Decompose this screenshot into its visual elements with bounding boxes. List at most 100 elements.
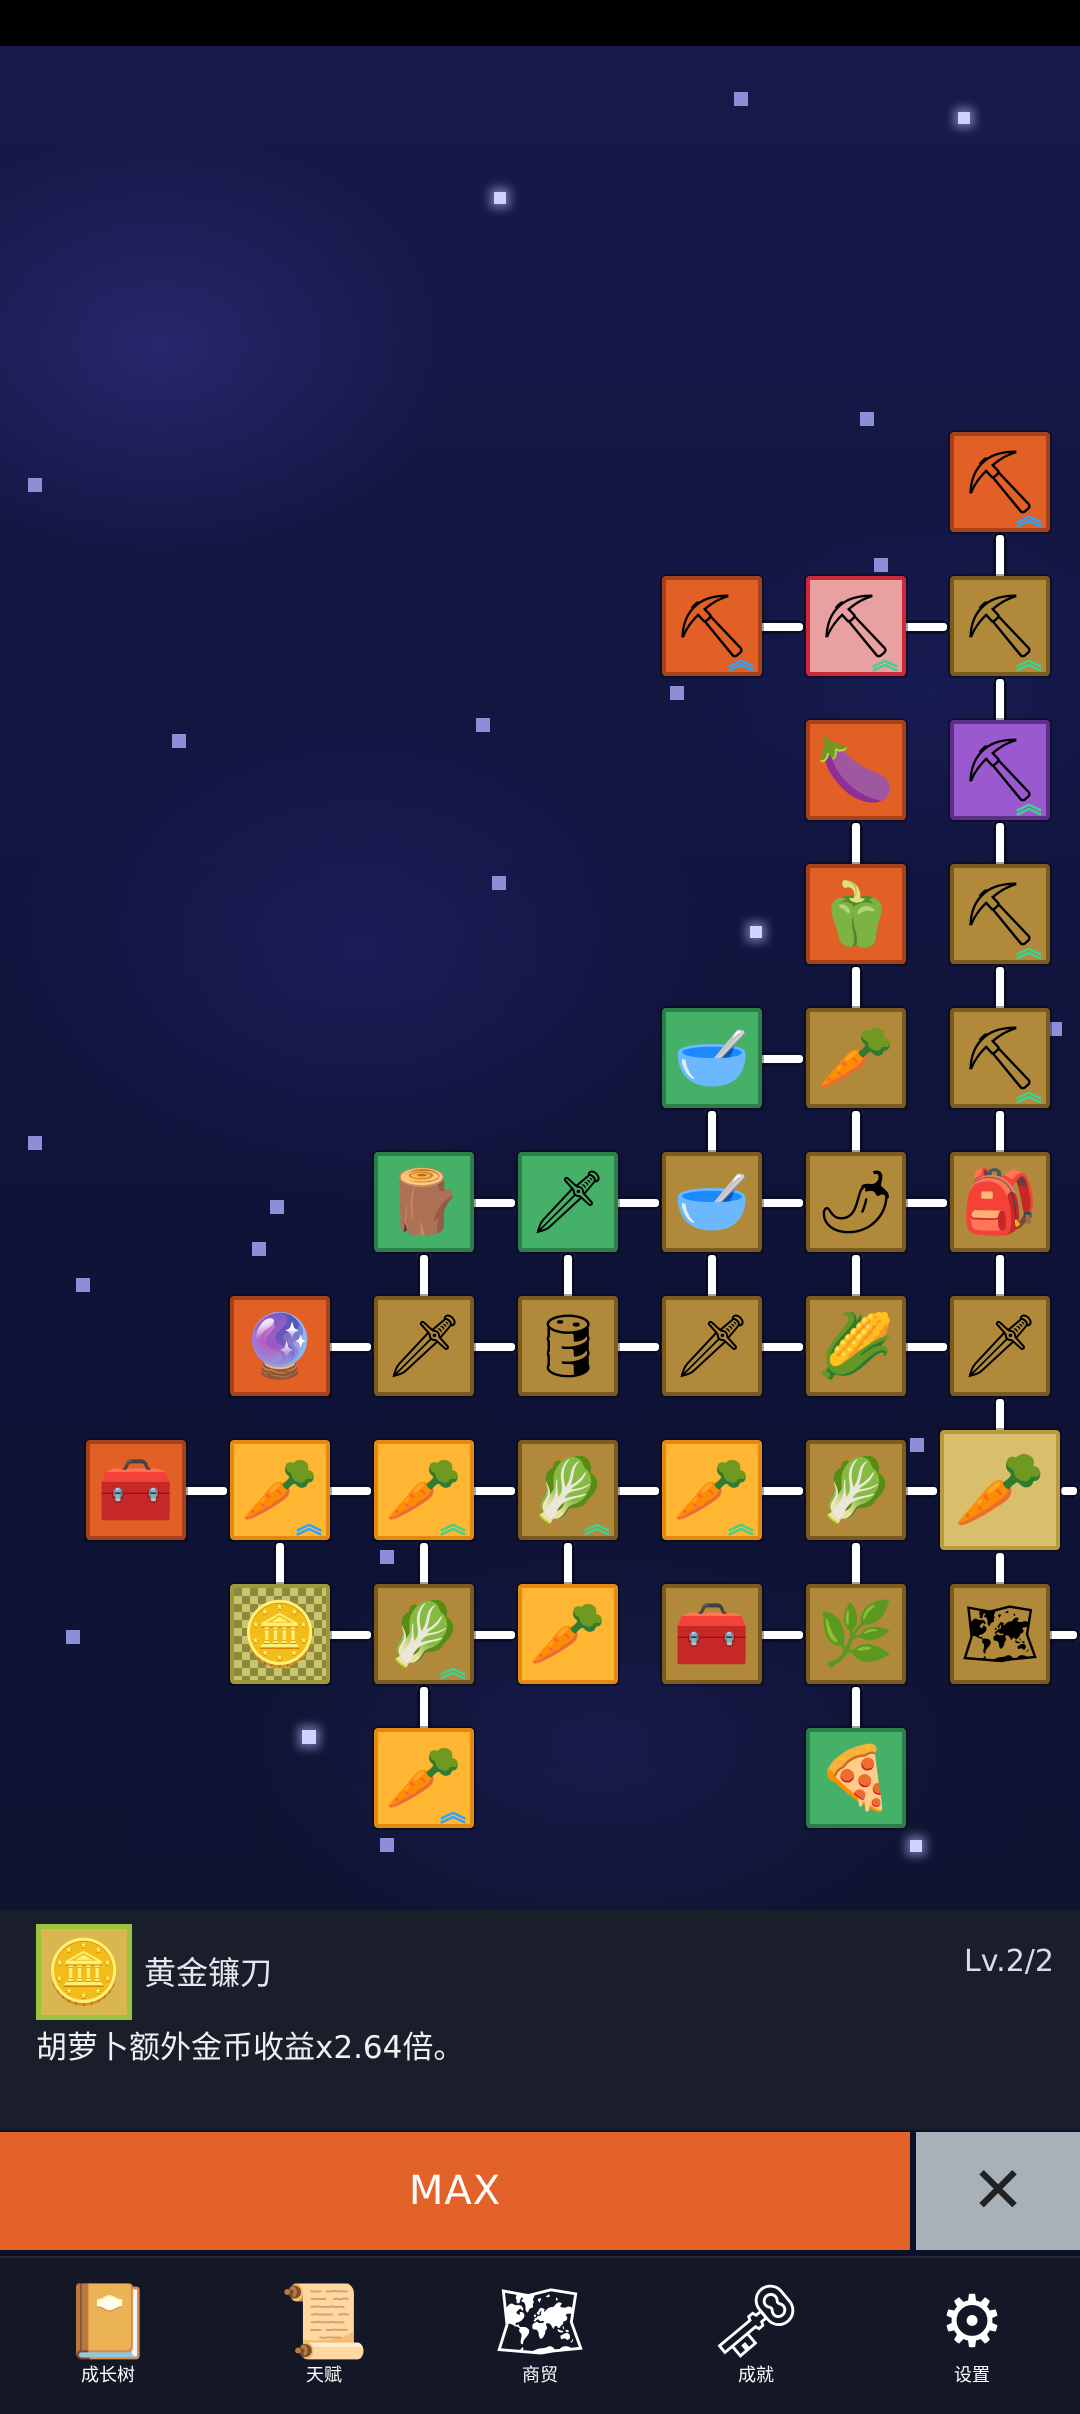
gold-coin-icon: 🪙 bbox=[36, 1924, 132, 2020]
skill-node-wood-planks[interactable]: 🪵 bbox=[374, 1152, 474, 1252]
skill-node-carrot[interactable]: 🥕 ︽ bbox=[230, 1440, 330, 1540]
tree-connector bbox=[705, 1252, 719, 1302]
skill-node-corn[interactable]: 🌽 bbox=[806, 1296, 906, 1396]
star-decoration bbox=[476, 718, 490, 732]
tree-connector bbox=[417, 1684, 431, 1734]
skill-node-carrot[interactable]: 🥕 bbox=[518, 1584, 618, 1684]
nav-settings[interactable]: ⚙ 设置 bbox=[864, 2258, 1080, 2414]
tree-connector bbox=[756, 1052, 806, 1066]
gold-coin-icon: 🪙 bbox=[241, 1597, 319, 1670]
tree-connector bbox=[849, 964, 863, 1014]
skill-node-barrel[interactable]: 🛢 bbox=[518, 1296, 618, 1396]
item-description: 胡萝卜额外金币收益x2.64倍。 bbox=[36, 2030, 465, 2066]
skill-node-map[interactable]: 🗺 bbox=[950, 1584, 1050, 1684]
upgrade-arrow-icon: ︽ bbox=[1015, 646, 1042, 676]
skill-node-shovel[interactable]: ⛏ ︽ bbox=[950, 720, 1050, 820]
skill-node-soup-bowl[interactable]: 🥣 bbox=[662, 1008, 762, 1108]
skill-tree-canvas[interactable]: ⛏ ︽ ⛏ ︽ ⛏ ︽ ⛏ ︽ 🍆 ⛏ ︽ 🫑 ⛏ ︽ 🥣 🥕 ⛏ ︽ 🪵 🗡 🥣 🌶 🎒 🔮… bbox=[0, 46, 1080, 1910]
skill-node-shovel[interactable]: ⛏ ︽ bbox=[950, 576, 1050, 676]
skill-node-leek[interactable]: 🌿 bbox=[806, 1584, 906, 1684]
nav-talent[interactable]: 📜 天赋 bbox=[216, 2258, 432, 2414]
skill-node-chest[interactable]: 🧰 bbox=[86, 1440, 186, 1540]
tree-connector bbox=[849, 1540, 863, 1590]
carrot-root-icon: 🥕 bbox=[953, 1447, 1047, 1533]
skill-node-carrot-root[interactable]: 🥕 bbox=[940, 1430, 1060, 1550]
skill-node-sword[interactable]: 🗡 bbox=[374, 1296, 474, 1396]
upgrade-arrow-icon: ︽ bbox=[727, 1510, 754, 1540]
star-decoration bbox=[958, 112, 970, 124]
sword-icon: 🗡 bbox=[672, 1309, 752, 1382]
skill-node-sword[interactable]: 🗡 bbox=[662, 1296, 762, 1396]
skill-node-spear[interactable]: 🗡 bbox=[950, 1296, 1050, 1396]
item-name: 黄金镰刀 bbox=[144, 1954, 273, 1992]
upgrade-arrow-icon: ︽ bbox=[1015, 502, 1042, 532]
close-button[interactable]: ✕ bbox=[916, 2132, 1080, 2250]
map-icon: 🗺 bbox=[494, 2279, 586, 2363]
item-level: Lv.2/2 bbox=[964, 1944, 1054, 1979]
skill-node-shovel[interactable]: ⛏ ︽ bbox=[950, 864, 1050, 964]
upgrade-arrow-icon: ︽ bbox=[1015, 934, 1042, 964]
tree-connector bbox=[417, 1252, 431, 1302]
chili-icon: 🌶 bbox=[816, 1165, 896, 1238]
star-decoration bbox=[492, 876, 506, 890]
daikon-icon: 🥕 bbox=[817, 1021, 895, 1094]
skill-node-pizza[interactable]: 🍕 bbox=[806, 1728, 906, 1828]
skill-node-shovel[interactable]: ⛏ ︽ bbox=[950, 432, 1050, 532]
tree-connector bbox=[993, 1252, 1007, 1302]
star-decoration bbox=[874, 558, 888, 572]
skill-node-cabbage[interactable]: 🥬 ︽ bbox=[374, 1584, 474, 1684]
upgrade-arrow-icon: ︽ bbox=[1015, 790, 1042, 820]
skill-node-chili[interactable]: 🌶 bbox=[806, 1152, 906, 1252]
bottom-nav: 📔 成长树 📜 天赋 🗺 商贸 🗝 成就 ⚙ 设置 bbox=[0, 2256, 1080, 2414]
star-decoration bbox=[28, 478, 42, 492]
cabbage-icon: 🥬 bbox=[817, 1453, 895, 1526]
tree-connector bbox=[705, 1108, 719, 1158]
item-info-panel: 🪙 黄金镰刀 Lv.2/2 胡萝卜额外金币收益x2.64倍。 bbox=[0, 1910, 1080, 2130]
sack-icon: 🎒 bbox=[961, 1165, 1039, 1238]
skill-node-shovel[interactable]: ⛏ ︽ bbox=[950, 1008, 1050, 1108]
tree-connector bbox=[849, 1252, 863, 1302]
upgrade-arrow-icon: ︽ bbox=[439, 1798, 466, 1828]
tree-connector bbox=[1058, 1484, 1080, 1498]
star-decoration bbox=[380, 1838, 394, 1852]
skill-node-carrot[interactable]: 🥕 ︽ bbox=[374, 1440, 474, 1540]
tree-connector bbox=[993, 964, 1007, 1014]
star-decoration bbox=[750, 926, 762, 938]
tree-connector bbox=[993, 820, 1007, 870]
carrot-icon: 🥕 bbox=[529, 1597, 607, 1670]
tree-connector bbox=[849, 1684, 863, 1734]
tree-connector bbox=[612, 1196, 662, 1210]
star-decoration bbox=[270, 1200, 284, 1214]
tree-connector bbox=[756, 1340, 806, 1354]
nav-trade[interactable]: 🗺 商贸 bbox=[432, 2258, 648, 2414]
nav-growth-tree[interactable]: 📔 成长树 bbox=[0, 2258, 216, 2414]
skill-node-shovel[interactable]: ⛏ ︽ bbox=[806, 576, 906, 676]
skill-node-gold-coin[interactable]: 🪙 bbox=[230, 1584, 330, 1684]
upgrade-arrow-icon: ︽ bbox=[727, 646, 754, 676]
upgrade-arrow-icon: ︽ bbox=[295, 1510, 322, 1540]
nav-label: 设置 bbox=[954, 2365, 990, 2386]
skill-node-daikon[interactable]: 🥕 bbox=[806, 1008, 906, 1108]
skill-node-sack[interactable]: 🎒 bbox=[950, 1152, 1050, 1252]
skill-node-carrot[interactable]: 🥕 ︽ bbox=[374, 1728, 474, 1828]
tree-connector bbox=[273, 1540, 287, 1590]
skill-node-scepter[interactable]: 🔮 bbox=[230, 1296, 330, 1396]
skill-node-cabbage[interactable]: 🥬 bbox=[806, 1440, 906, 1540]
skill-node-golden-sword[interactable]: 🗡 bbox=[518, 1152, 618, 1252]
skill-node-bowl[interactable]: 🥣 bbox=[662, 1152, 762, 1252]
max-button[interactable]: MAX bbox=[0, 2132, 910, 2250]
skill-node-cabbage[interactable]: 🥬 ︽ bbox=[518, 1440, 618, 1540]
nav-achievements[interactable]: 🗝 成就 bbox=[648, 2258, 864, 2414]
tree-connector bbox=[180, 1484, 230, 1498]
tree-connector bbox=[900, 1484, 940, 1498]
skill-node-carrot[interactable]: 🥕 ︽ bbox=[662, 1440, 762, 1540]
tree-connector bbox=[756, 620, 806, 634]
tree-connector bbox=[612, 1484, 662, 1498]
skill-node-shovel[interactable]: ⛏ ︽ bbox=[662, 576, 762, 676]
scepter-icon: 🔮 bbox=[241, 1309, 319, 1382]
skill-node-treasure-chest[interactable]: 🧰 bbox=[662, 1584, 762, 1684]
skill-node-bell-pepper[interactable]: 🫑 bbox=[806, 864, 906, 964]
star-decoration bbox=[252, 1242, 266, 1256]
star-decoration bbox=[28, 1136, 42, 1150]
skill-node-eggplant[interactable]: 🍆 bbox=[806, 720, 906, 820]
